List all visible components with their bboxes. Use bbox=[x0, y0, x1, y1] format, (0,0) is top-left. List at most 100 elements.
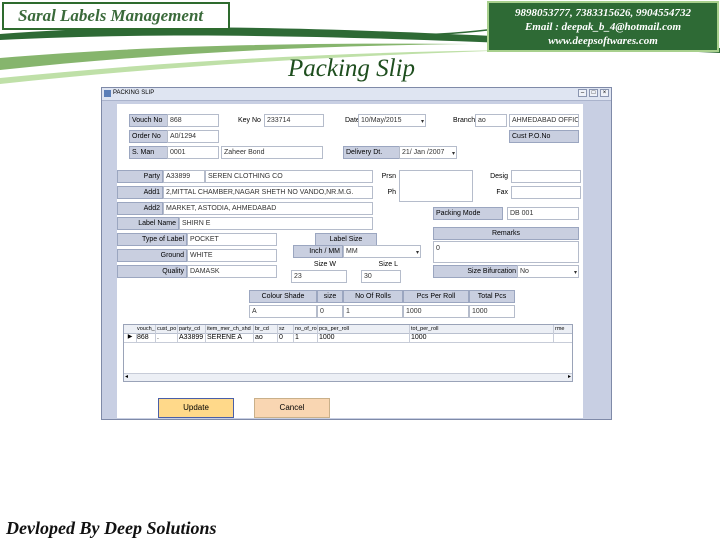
delivery-date-value: 21/ Jan /2007 bbox=[402, 149, 445, 156]
party-code-field[interactable]: A33899 bbox=[163, 170, 205, 183]
grid-cell-vouch-no[interactable]: 868 bbox=[136, 333, 156, 342]
inch-mm-value: MM bbox=[346, 248, 358, 255]
cust-po-field[interactable] bbox=[475, 146, 579, 156]
entries-grid[interactable]: vouch_no cust_po party_cd item_mer_ch_sh… bbox=[123, 324, 573, 382]
grid-col-vouch-no[interactable]: vouch_no bbox=[136, 325, 156, 333]
grid-horizontal-scrollbar[interactable]: ◂ ▸ bbox=[124, 373, 572, 381]
fax-field[interactable] bbox=[511, 186, 581, 199]
ground-field[interactable]: WHITE bbox=[187, 249, 277, 262]
scroll-left-icon[interactable]: ◂ bbox=[125, 373, 128, 380]
add1-label: Add1 bbox=[117, 186, 163, 199]
fax-label: Fax bbox=[477, 186, 511, 199]
desig-field[interactable] bbox=[511, 170, 581, 183]
key-no-field[interactable]: 233714 bbox=[264, 114, 324, 127]
app-title: Saral Labels Management bbox=[18, 6, 204, 25]
contact-email: Email : deepak_b_4@hotmail.com bbox=[524, 21, 682, 33]
grid-cell-item[interactable]: SERENE A bbox=[206, 333, 254, 342]
prsn-label: Prsn bbox=[375, 170, 399, 183]
footer-credit: Devloped By Deep Solutions bbox=[6, 518, 217, 538]
size-header: size bbox=[317, 290, 343, 303]
contact-website: www.deepsoftwares.com bbox=[548, 35, 658, 47]
size-bifurcation-select[interactable]: No ▾ bbox=[517, 265, 579, 278]
packing-mode-field[interactable]: DB 001 bbox=[507, 207, 579, 220]
inch-mm-label: Inch / MM bbox=[293, 245, 343, 258]
grid-cell-no-of-rolls[interactable]: 1 bbox=[294, 333, 318, 342]
party-label: Party bbox=[117, 170, 163, 183]
grid-cell-br-cd[interactable]: ao bbox=[254, 333, 278, 342]
maximize-icon[interactable]: □ bbox=[589, 89, 598, 97]
minimize-icon[interactable]: – bbox=[578, 89, 587, 97]
delivery-date-picker[interactable]: 21/ Jan /2007 ▾ bbox=[399, 146, 457, 159]
label-name-label: Label Name bbox=[117, 217, 179, 230]
cust-po-label: Cust P.O.No bbox=[509, 130, 579, 143]
branch-code-field[interactable]: ao bbox=[475, 114, 507, 127]
grid-col-no-of-rolls[interactable]: no_of_rolls bbox=[294, 325, 318, 333]
window-title: PACKING SLIP bbox=[113, 90, 155, 96]
delivery-date-label: Delivery Dt. bbox=[343, 146, 401, 159]
order-no-field[interactable]: A0/1294 bbox=[167, 130, 219, 143]
branch-name-field[interactable]: AHMEDABAD OFFICE bbox=[509, 114, 579, 127]
app-title-box: Saral Labels Management bbox=[2, 2, 230, 30]
size-w-field[interactable]: 23 bbox=[291, 270, 347, 283]
vouch-no-field[interactable]: 868 bbox=[167, 114, 219, 127]
prsn-field[interactable] bbox=[399, 170, 473, 202]
ph-label: Ph bbox=[375, 186, 399, 199]
remarks-field[interactable]: 0 bbox=[433, 241, 579, 263]
contact-phones: 9898053777, 7383315626, 9904554732 bbox=[515, 7, 691, 19]
key-no-label: Key No bbox=[235, 114, 265, 127]
grid-cell-party-cd[interactable]: A33899 bbox=[178, 333, 206, 342]
grid-col-br-cd[interactable]: br_cd bbox=[254, 325, 278, 333]
grid-cell-pcs-per-roll[interactable]: 1000 bbox=[318, 333, 410, 342]
vouch-no-label: Vouch No bbox=[129, 114, 169, 127]
grid-col-rme[interactable]: rme bbox=[554, 325, 572, 333]
party-name-field[interactable]: SEREN CLOTHING CO bbox=[205, 170, 373, 183]
chevron-down-icon[interactable]: ▾ bbox=[421, 117, 424, 126]
quality-field[interactable]: DAMASK bbox=[187, 265, 277, 278]
grid-cell-cust-po[interactable]: . bbox=[156, 333, 178, 342]
remarks-value: 0 bbox=[436, 245, 440, 252]
type-of-label-field[interactable]: POCKET bbox=[187, 233, 277, 246]
grid-col-item[interactable]: item_mer_ch_shd bbox=[206, 325, 254, 333]
scroll-right-icon[interactable]: ▸ bbox=[568, 373, 571, 380]
chevron-down-icon[interactable]: ▾ bbox=[452, 149, 455, 158]
total-pcs-header: Total Pcs bbox=[469, 290, 515, 303]
total-pcs-field[interactable]: 1000 bbox=[469, 305, 515, 318]
slide-title: Packing Slip bbox=[288, 55, 416, 82]
sman-name-field[interactable]: Zaheer Bond bbox=[221, 146, 323, 159]
pcs-per-roll-header: Pcs Per Roll bbox=[403, 290, 469, 303]
sman-code-field[interactable]: 0001 bbox=[167, 146, 219, 159]
add2-field[interactable]: MARKET, ASTODIA, AHMEDABAD bbox=[163, 202, 373, 215]
grid-cell-tot-per-roll[interactable]: 1000 bbox=[410, 333, 554, 342]
grid-col-tot-per-roll[interactable]: tot_per_roll bbox=[410, 325, 554, 333]
no-of-rolls-header: No Of Rolls bbox=[343, 290, 403, 303]
type-of-label-label: Type of Label bbox=[117, 233, 187, 246]
grid-col-pcs-per-roll[interactable]: pcs_per_roll bbox=[318, 325, 410, 333]
pcs-per-roll-field[interactable]: 1000 bbox=[403, 305, 469, 318]
grid-col-sz[interactable]: sz bbox=[278, 325, 294, 333]
grid-col-cust-po[interactable]: cust_po bbox=[156, 325, 178, 333]
add2-label: Add2 bbox=[117, 202, 163, 215]
grid-col-party-cd[interactable]: party_cd bbox=[178, 325, 206, 333]
add1-field[interactable]: 2,MITTAL CHAMBER,NAGAR SHETH NO VANDO,NR… bbox=[163, 186, 373, 199]
chevron-down-icon[interactable]: ▾ bbox=[574, 268, 577, 277]
cancel-button[interactable]: Cancel bbox=[254, 398, 330, 418]
update-button[interactable]: Update bbox=[158, 398, 234, 418]
chevron-down-icon[interactable]: ▾ bbox=[416, 248, 419, 257]
window-titlebar[interactable]: PACKING SLIP – □ × bbox=[102, 88, 611, 101]
size-field[interactable]: 0 bbox=[317, 305, 343, 318]
inch-mm-select[interactable]: MM ▾ bbox=[343, 245, 421, 258]
sman-label: S. Man bbox=[129, 146, 169, 159]
date-picker[interactable]: 10/May/2015 ▾ bbox=[358, 114, 426, 127]
contact-box: 9898053777, 7383315626, 9904554732 Email… bbox=[487, 1, 719, 52]
window-app-icon bbox=[104, 90, 111, 97]
grid-cell-sz[interactable]: 0 bbox=[278, 333, 294, 342]
branch-label: Branch bbox=[450, 114, 478, 127]
packing-slip-window: PACKING SLIP – □ × Vouch No 868 Key No 2… bbox=[101, 87, 612, 420]
no-of-rolls-field[interactable]: 1 bbox=[343, 305, 403, 318]
size-l-field[interactable]: 30 bbox=[361, 270, 401, 283]
remarks-label: Remarks bbox=[433, 227, 579, 240]
close-icon[interactable]: × bbox=[600, 89, 609, 97]
colour-shade-field[interactable]: A bbox=[249, 305, 317, 318]
label-name-field[interactable]: SHIRN E bbox=[179, 217, 373, 230]
table-row[interactable]: ▶ 868 . A33899 SERENE A ao 0 1 1000 1000 bbox=[124, 333, 572, 343]
